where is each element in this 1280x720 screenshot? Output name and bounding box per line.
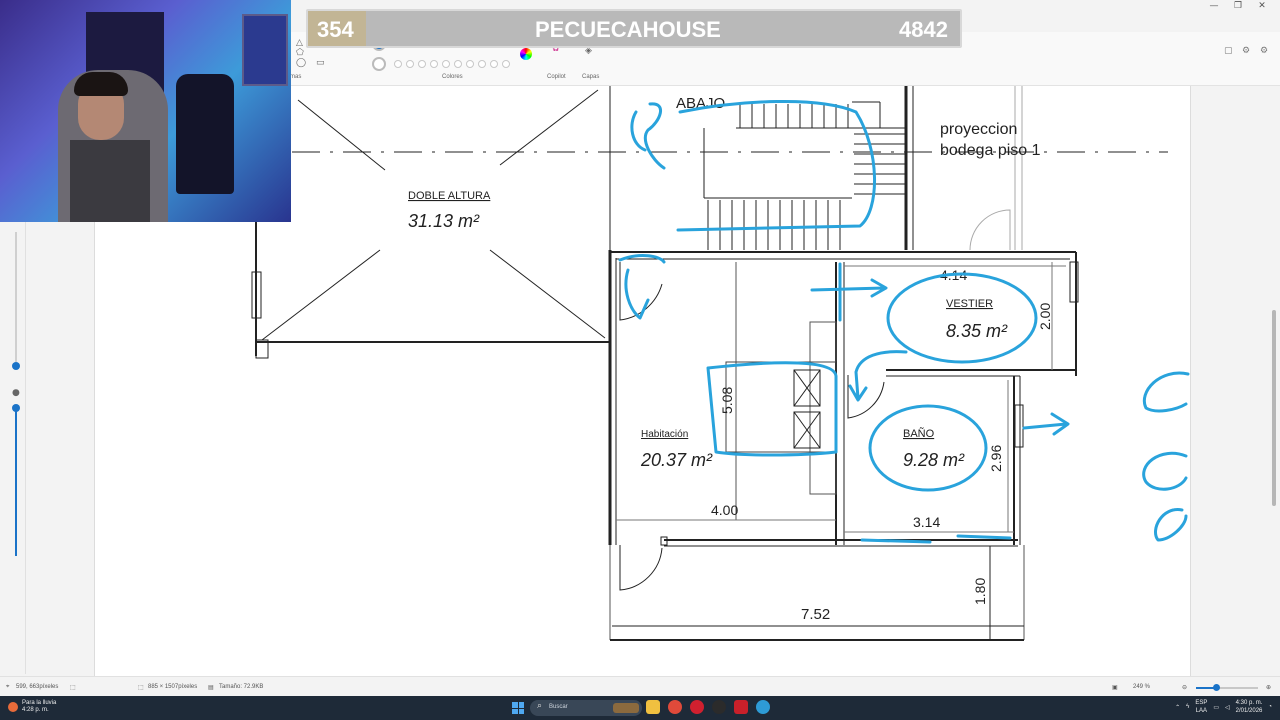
annotation-letter: [1154, 508, 1188, 542]
closet: [809, 321, 837, 495]
webcam-chair: [176, 74, 234, 194]
annotation-bano-circle: [868, 404, 988, 492]
search-icon: ⌕: [537, 701, 543, 711]
tray-chevron-icon[interactable]: ⌃: [1175, 704, 1180, 711]
selection-size: 885 × 1507píxeles: [148, 684, 198, 690]
file-size: Tamaño: 72.9KB: [219, 684, 264, 690]
search-placeholder: Buscar: [549, 704, 568, 710]
dim-4-00: 4.00: [711, 502, 738, 518]
language-code: ESP: [1195, 700, 1208, 706]
annotation-arrow: [810, 262, 888, 322]
system-tray: ⌃ ϟ ESP LAA ▭ ◁ 4:30 p. m. 2/01/2026 ◔: [1175, 699, 1272, 715]
selection-icon: ⬚: [70, 685, 76, 691]
zoom-in-icon[interactable]: ⊕: [1266, 684, 1271, 691]
taskbar: Para la lluvia 4:28 p. m. ⌕ Buscar ⌃ ϟ E…: [0, 696, 1280, 720]
opera-icon[interactable]: [690, 700, 704, 714]
zoom-slider-thumb[interactable]: [1213, 684, 1220, 691]
file-explorer-icon[interactable]: [646, 700, 660, 714]
volume-icon[interactable]: ◁: [1225, 704, 1230, 711]
door-swing: [969, 209, 1011, 251]
start-button[interactable]: [512, 702, 524, 714]
search-highlight-image: [613, 703, 639, 713]
webcam-shirt: [70, 140, 150, 222]
label-bano: BAÑO: [903, 427, 935, 440]
dim-2-96: 2.96: [988, 445, 1004, 472]
weather-icon: [8, 702, 18, 712]
obs-icon[interactable]: [712, 700, 726, 714]
taskbar-search[interactable]: ⌕ Buscar: [530, 700, 642, 716]
dim-3-14: 3.14: [913, 514, 940, 530]
window-symbol: [1014, 404, 1024, 448]
paint-icon[interactable]: [756, 700, 770, 714]
dim-7-52: 7.52: [801, 606, 830, 623]
channel-name: PECUECAHOUSE: [535, 17, 721, 42]
language-variant: LAA: [1195, 708, 1208, 714]
pen-annotations: [618, 100, 1190, 544]
plan-linework: [251, 86, 1168, 641]
webcam-overlay: [0, 0, 291, 222]
vestier-area: 8.35 m²: [946, 321, 1008, 341]
webcam-hair: [74, 72, 128, 96]
acrobat-icon[interactable]: [734, 700, 748, 714]
weather-condition: Para la lluvia: [22, 700, 57, 706]
zoom-out-icon[interactable]: ⊖: [1182, 684, 1187, 691]
weather-time: 4:28 p. m.: [22, 707, 49, 713]
network-icon[interactable]: ▭: [1213, 704, 1219, 711]
dim-5-08: 5.08: [719, 387, 735, 414]
diagonal-line: [499, 89, 599, 166]
fit-to-window-icon[interactable]: ▣: [1112, 684, 1118, 691]
left-score: 354: [317, 17, 354, 42]
chrome-icon[interactable]: [668, 700, 682, 714]
clock-time: 4:30 p. m.: [1235, 700, 1263, 706]
clock[interactable]: 4:30 p. m. 2/01/2026: [1236, 699, 1263, 715]
notification-icon[interactable]: ◔: [1268, 704, 1272, 710]
label-bodega: bodega piso 1: [940, 142, 1041, 159]
annotation-vestier-circle: [886, 272, 1038, 364]
tray-bluetooth-icon[interactable]: ϟ: [1186, 704, 1189, 710]
canvas-size-icon: ⬚: [138, 685, 144, 691]
annotation-letter: [1142, 451, 1188, 491]
zoom-level[interactable]: 249 %: [1133, 684, 1150, 690]
diagonal-line: [489, 249, 606, 339]
bano-area: 9.28 m²: [903, 450, 965, 470]
clock-date: 2/01/2026: [1235, 708, 1263, 714]
language-indicator[interactable]: ESP LAA: [1195, 699, 1207, 715]
file-size-icon: ▤: [208, 685, 214, 691]
habitacion-area: 20.37 m²: [640, 450, 713, 470]
label-proyeccion: proyeccion: [940, 121, 1017, 138]
door-swing: [847, 375, 885, 419]
diagonal-line: [261, 249, 381, 341]
annotation-scribble: [630, 102, 666, 170]
dim-1-80: 1.80: [972, 578, 988, 605]
doble-altura-area: 31.13 m²: [408, 211, 480, 231]
cursor-position: 599, 663píxeles: [16, 684, 59, 690]
screen: — ❐ ✕ △ ⬠ ◯ ▭ mas Colores ✿ Copilot ◈ Ca…: [0, 0, 1280, 720]
dim-2-00: 2.00: [1037, 303, 1053, 330]
weather-widget[interactable]: Para la lluvia 4:28 p. m.: [8, 700, 56, 714]
right-score: 4842: [899, 17, 948, 42]
webcam-poster: [242, 14, 288, 86]
door-swing: [619, 545, 663, 591]
annotation-arrow: [1022, 412, 1070, 436]
stream-score-overlay: 354 PECUECAHOUSE 4842: [306, 9, 962, 48]
annotation-door-mark: [618, 254, 666, 320]
label-doble-altura: DOBLE ALTURA: [408, 190, 491, 202]
annotation-letter: [1142, 371, 1190, 413]
label-vestier: VESTIER: [946, 298, 993, 310]
status-bar: ⌖ 599, 663píxeles ⬚ ⬚ 885 × 1507píxeles …: [0, 676, 1280, 696]
label-habitacion: Habitación: [641, 429, 688, 440]
diagonal-line: [297, 99, 386, 171]
cursor-icon: ⌖: [6, 684, 10, 690]
